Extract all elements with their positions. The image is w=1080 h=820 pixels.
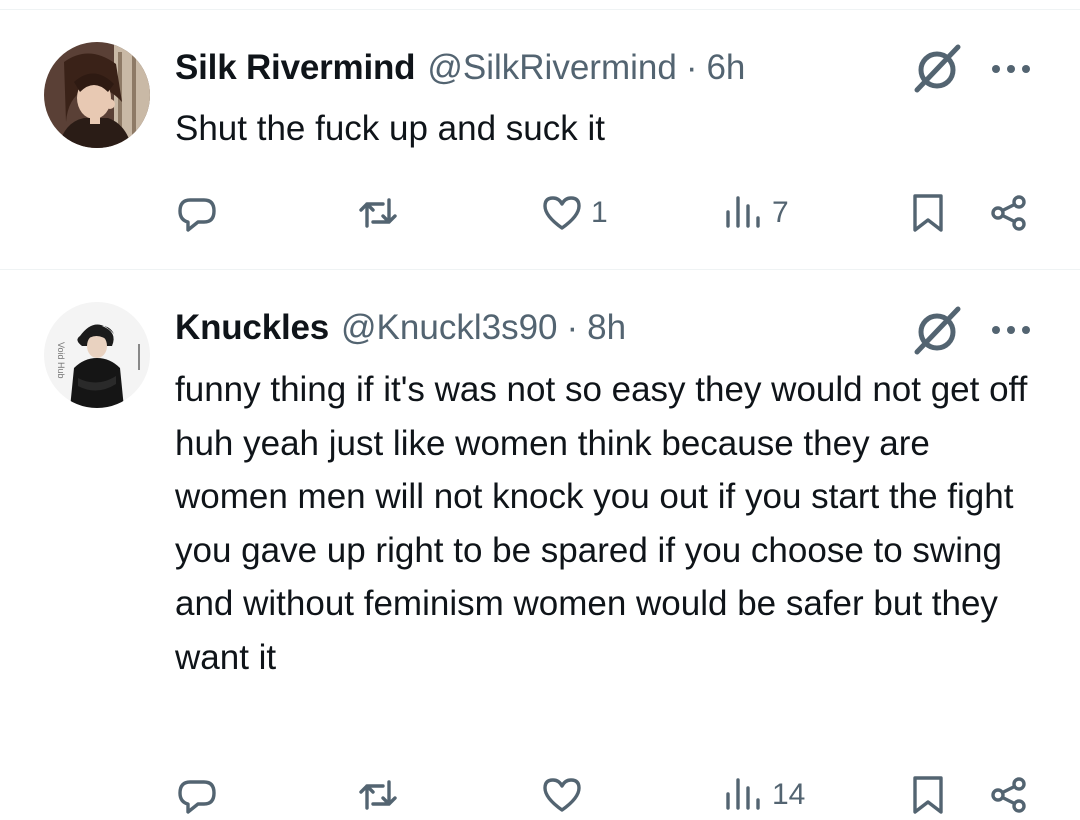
like-button[interactable]: 1 xyxy=(541,188,608,238)
like-icon xyxy=(543,778,581,812)
more-icon[interactable] xyxy=(988,320,1034,340)
bookmark-button[interactable] xyxy=(907,770,949,820)
display-name[interactable]: Silk Rivermind xyxy=(175,48,416,88)
bookmark-icon xyxy=(913,776,943,814)
avatar[interactable] xyxy=(44,42,150,148)
repost-icon xyxy=(359,198,397,228)
views-icon xyxy=(726,196,760,228)
view-count: 7 xyxy=(772,196,789,229)
like-icon xyxy=(543,196,581,230)
user-handle[interactable]: @Knuckl3s90 xyxy=(341,308,557,348)
action-bar: 1 7 xyxy=(0,188,1080,238)
grok-icon[interactable] xyxy=(910,303,964,357)
repost-icon xyxy=(359,780,397,810)
view-count: 14 xyxy=(772,778,806,811)
share-button[interactable] xyxy=(988,188,1030,238)
timestamp[interactable]: 8h xyxy=(587,308,626,348)
share-button[interactable] xyxy=(988,770,1030,820)
views-button[interactable]: 7 xyxy=(722,188,789,238)
bookmark-button[interactable] xyxy=(907,188,949,238)
display-name[interactable]: Knuckles xyxy=(175,308,329,348)
separator: · xyxy=(566,308,579,347)
views-button[interactable]: 14 xyxy=(722,770,805,820)
avatar-watermark: Void Hub xyxy=(56,342,66,379)
tweet-text: Shut the fuck up and suck it xyxy=(175,109,605,148)
bookmark-icon xyxy=(913,194,943,232)
reply-button[interactable] xyxy=(176,188,218,238)
like-button[interactable] xyxy=(541,770,591,820)
repost-button[interactable] xyxy=(357,188,399,238)
avatar[interactable]: Void Hub xyxy=(44,302,150,408)
action-bar: 14 xyxy=(0,770,1080,820)
like-count: 1 xyxy=(591,196,608,229)
tweet[interactable]: Void Hub Knuckles @Knuckl3s90 · 8h funny… xyxy=(0,270,1080,820)
tweet[interactable]: Silk Rivermind @SilkRivermind · 6h Shut … xyxy=(0,0,1080,269)
share-icon xyxy=(991,195,1026,231)
reply-icon xyxy=(178,198,216,232)
more-icon[interactable] xyxy=(988,59,1034,79)
reply-button[interactable] xyxy=(176,770,218,820)
share-icon xyxy=(991,777,1026,813)
tweet-text: funny thing if it's was not so easy they… xyxy=(175,370,1028,677)
timestamp[interactable]: 6h xyxy=(706,48,745,88)
separator: · xyxy=(685,48,698,87)
repost-button[interactable] xyxy=(357,770,399,820)
tweet-header: Knuckles @Knuckl3s90 · 8h xyxy=(175,305,626,351)
user-handle[interactable]: @SilkRivermind xyxy=(427,48,676,88)
tweet-header: Silk Rivermind @SilkRivermind · 6h xyxy=(175,45,745,91)
grok-icon[interactable] xyxy=(910,41,964,95)
views-icon xyxy=(726,778,760,810)
reply-icon xyxy=(178,780,216,814)
